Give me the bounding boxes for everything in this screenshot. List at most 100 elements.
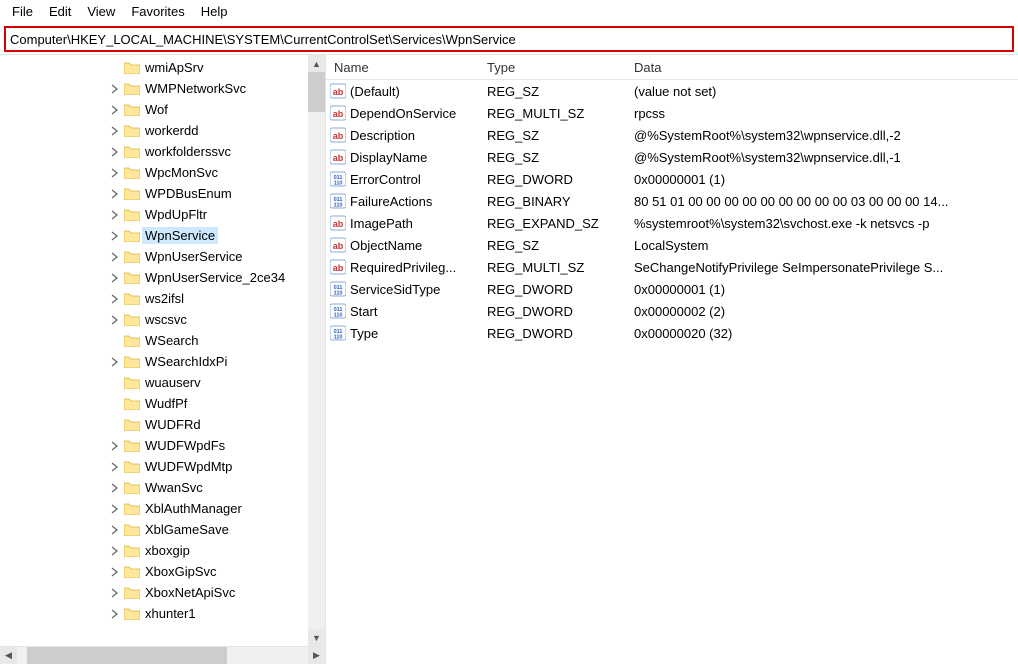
value-data: %systemroot%\system32\svchost.exe -k net… [626,216,1018,231]
expand-icon[interactable] [108,502,122,516]
menu-help[interactable]: Help [193,2,236,21]
tree-item[interactable]: WpcMonSvc [0,162,325,183]
tree-item[interactable]: XblAuthManager [0,498,325,519]
folder-icon [124,103,140,116]
expand-icon[interactable] [108,565,122,579]
tree-item[interactable]: ws2ifsl [0,288,325,309]
tree-item-label: WwanSvc [142,479,206,496]
tree-item-label: wmiApSrv [142,59,207,76]
tree-item[interactable]: WpnUserService_2ce34 [0,267,325,288]
menu-view[interactable]: View [79,2,123,21]
tree-item[interactable]: WMPNetworkSvc [0,78,325,99]
tree-item[interactable]: WudfPf [0,393,325,414]
value-row[interactable]: TypeREG_DWORD0x00000020 (32) [326,322,1018,344]
expand-icon[interactable] [108,145,122,159]
tree-item[interactable]: XboxNetApiSvc [0,582,325,603]
value-type: REG_DWORD [479,172,626,187]
expand-icon[interactable] [108,103,122,117]
tree-item-label: Wof [142,101,171,118]
value-type: REG_SZ [479,238,626,253]
tree-horizontal-scrollbar[interactable]: ◀ ▶ [0,646,325,664]
scroll-thumb[interactable] [27,647,227,664]
tree-item[interactable]: workerdd [0,120,325,141]
column-header-data[interactable]: Data [626,60,1018,75]
tree-item[interactable]: WSearch [0,330,325,351]
value-row[interactable]: ObjectNameREG_SZLocalSystem [326,234,1018,256]
values-list[interactable]: (Default)REG_SZ(value not set)DependOnSe… [326,80,1018,664]
tree-item[interactable]: WwanSvc [0,477,325,498]
tree-item[interactable]: WpnUserService [0,246,325,267]
value-row[interactable]: StartREG_DWORD0x00000002 (2) [326,300,1018,322]
expand-icon[interactable] [108,523,122,537]
tree-item-label: WUDFWpdMtp [142,458,235,475]
tree-item[interactable]: WPDBusEnum [0,183,325,204]
binary-value-icon [330,325,346,341]
expand-icon[interactable] [108,439,122,453]
scroll-up-button[interactable]: ▲ [308,55,325,72]
tree-item[interactable]: XblGameSave [0,519,325,540]
value-type: REG_EXPAND_SZ [479,216,626,231]
folder-icon [124,313,140,326]
menu-edit[interactable]: Edit [41,2,79,21]
expand-icon[interactable] [108,586,122,600]
expand-icon[interactable] [108,166,122,180]
value-row[interactable]: FailureActionsREG_BINARY80 51 01 00 00 0… [326,190,1018,212]
expand-icon[interactable] [108,82,122,96]
value-row[interactable]: RequiredPrivileg...REG_MULTI_SZSeChangeN… [326,256,1018,278]
column-header-name[interactable]: Name [326,60,479,75]
binary-value-icon [330,281,346,297]
value-row[interactable]: ServiceSidTypeREG_DWORD0x00000001 (1) [326,278,1018,300]
expand-icon[interactable] [108,208,122,222]
expand-icon[interactable] [108,292,122,306]
expand-icon[interactable] [108,313,122,327]
folder-icon [124,607,140,620]
value-row[interactable]: DisplayNameREG_SZ@%SystemRoot%\system32\… [326,146,1018,168]
column-header-type[interactable]: Type [479,60,626,75]
tree-item[interactable]: xhunter1 [0,603,325,624]
tree-item[interactable]: Wof [0,99,325,120]
tree-item[interactable]: wscsvc [0,309,325,330]
tree-item[interactable]: WUDFRd [0,414,325,435]
value-row[interactable]: ImagePathREG_EXPAND_SZ%systemroot%\syste… [326,212,1018,234]
tree-item[interactable]: WUDFWpdMtp [0,456,325,477]
scroll-left-button[interactable]: ◀ [0,647,17,664]
value-name: FailureActions [350,194,432,209]
expand-icon[interactable] [108,229,122,243]
menu-file[interactable]: File [4,2,41,21]
expand-icon[interactable] [108,460,122,474]
tree-vertical-scrollbar[interactable]: ▲ ▼ [308,55,325,646]
folder-icon [124,82,140,95]
tree-item[interactable]: WSearchIdxPi [0,351,325,372]
expand-icon[interactable] [108,271,122,285]
string-value-icon [330,259,346,275]
scroll-thumb[interactable] [308,72,325,112]
tree-item[interactable]: workfolderssvc [0,141,325,162]
address-bar[interactable]: Computer\HKEY_LOCAL_MACHINE\SYSTEM\Curre… [4,26,1014,52]
folder-icon [124,376,140,389]
value-row[interactable]: (Default)REG_SZ(value not set) [326,80,1018,102]
expand-icon[interactable] [108,187,122,201]
tree-item[interactable]: XboxGipSvc [0,561,325,582]
value-row[interactable]: DescriptionREG_SZ@%SystemRoot%\system32\… [326,124,1018,146]
tree-item[interactable]: WpdUpFltr [0,204,325,225]
expand-icon[interactable] [108,481,122,495]
expand-icon[interactable] [108,607,122,621]
scroll-down-button[interactable]: ▼ [308,629,325,646]
expand-icon[interactable] [108,124,122,138]
folder-icon [124,439,140,452]
tree-item-label: WpnUserService [142,248,246,265]
tree-item[interactable]: WpnService [0,225,325,246]
tree-item[interactable]: wmiApSrv [0,57,325,78]
tree-item[interactable]: WUDFWpdFs [0,435,325,456]
menu-favorites[interactable]: Favorites [123,2,192,21]
expand-icon[interactable] [108,250,122,264]
expand-icon[interactable] [108,355,122,369]
registry-tree[interactable]: wmiApSrv WMPNetworkSvc Wof workerddworkfold… [0,55,325,624]
value-row[interactable]: DependOnServiceREG_MULTI_SZrpcss [326,102,1018,124]
folder-icon [124,166,140,179]
tree-item[interactable]: xboxgip [0,540,325,561]
tree-item[interactable]: wuauserv [0,372,325,393]
expand-icon[interactable] [108,544,122,558]
value-row[interactable]: ErrorControlREG_DWORD0x00000001 (1) [326,168,1018,190]
scroll-right-button[interactable]: ▶ [308,647,325,664]
